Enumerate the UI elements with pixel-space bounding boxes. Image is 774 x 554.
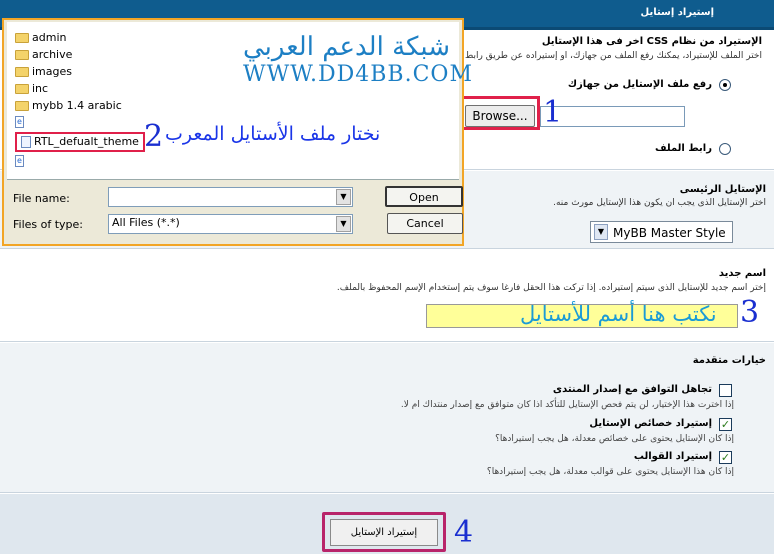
step3-caption: نكتب هنا أسم للأستايل <box>520 302 717 326</box>
list-item[interactable]: inc <box>15 81 48 97</box>
step1-number: 1 <box>543 95 563 130</box>
file-name-input[interactable] <box>108 187 353 207</box>
folder-icon <box>15 67 29 77</box>
chevron-down-icon[interactable]: ▼ <box>594 224 608 240</box>
files-of-type-select[interactable]: All Files (*.*) <box>108 214 353 234</box>
folder-icon <box>15 84 29 94</box>
ignore-version-help: إذا اخترت هذا الإختيار، لن يتم فحص الإست… <box>400 400 734 410</box>
list-item[interactable]: admin <box>15 30 66 46</box>
url-label: رابط الملف <box>654 143 712 154</box>
upload-label: رفع ملف الإستايل من جهازك <box>567 79 712 90</box>
upload-radio[interactable] <box>719 79 731 91</box>
chevron-down-icon[interactable]: ▼ <box>336 189 351 205</box>
import-templates-help: إذا كان هذا الإستايل يحتوى على قوالب معد… <box>486 467 734 477</box>
file-list[interactable]: admin archive images inc mybb 1.4 arabic… <box>7 22 472 180</box>
parent-style-selected: MyBB Master Style <box>613 226 726 240</box>
advanced-options-title: خيارات متقدمة <box>692 355 766 366</box>
page-title: إستيراد إستايل <box>640 7 714 18</box>
step2-caption: نختار ملف الأستايل المعرب <box>165 123 381 145</box>
new-name-title: اسم جديد <box>718 268 766 279</box>
step4-number: 4 <box>454 515 474 550</box>
step3-number: 3 <box>740 295 760 330</box>
file-name-label: File name: <box>13 192 70 205</box>
import-properties-label: إستيراد خصائص الإستايل <box>589 418 712 429</box>
folder-icon <box>15 101 29 111</box>
ie-file-icon[interactable]: e <box>15 155 27 167</box>
browse-button[interactable]: Browse... <box>465 105 535 127</box>
css-file-icon <box>21 136 31 148</box>
import-properties-checkbox[interactable]: ✓ <box>719 418 732 431</box>
list-item[interactable]: images <box>15 64 72 80</box>
chevron-down-icon[interactable]: ▼ <box>336 216 351 232</box>
new-name-row <box>0 250 774 342</box>
parent-style-select[interactable]: MyBB Master Style <box>590 221 733 243</box>
import-properties-help: إذا كان الإستايل يحتوى على خصائص معدلة، … <box>495 434 734 444</box>
ie-file-icon[interactable]: e <box>15 116 27 128</box>
import-style-button[interactable]: إستيراد الإستايل <box>330 519 438 546</box>
ignore-version-label: تجاهل التوافق مع إصدار المنتدى <box>552 384 712 395</box>
import-templates-label: إستيراد القوالب <box>633 451 712 462</box>
import-templates-checkbox[interactable]: ✓ <box>719 451 732 464</box>
folder-icon <box>15 50 29 60</box>
list-item-selected[interactable]: RTL_defualt_theme <box>15 132 145 152</box>
list-item[interactable]: archive <box>15 47 72 63</box>
open-button[interactable]: Open <box>385 186 463 207</box>
parent-style-description: اختر الإستايل الذى يجب ان يكون هذا الإست… <box>553 198 766 208</box>
file-open-dialog: admin archive images inc mybb 1.4 arabic… <box>2 18 472 246</box>
watermark-url: WWW.DD4BB.COM <box>243 62 473 87</box>
cancel-button[interactable]: Cancel <box>387 213 463 234</box>
ignore-version-checkbox[interactable] <box>719 384 732 397</box>
parent-style-title: الإستايل الرئيسى <box>679 184 766 195</box>
new-name-description: إختر اسم جديد للإستايل الذى سيتم إستيراد… <box>336 283 766 293</box>
folder-icon <box>15 33 29 43</box>
watermark-arabic: شبكة الدعم العربي <box>243 32 451 62</box>
files-of-type-label: Files of type: <box>13 218 84 231</box>
url-radio[interactable] <box>719 143 731 155</box>
step2-number: 2 <box>144 119 164 154</box>
list-item[interactable]: mybb 1.4 arabic <box>15 98 122 114</box>
